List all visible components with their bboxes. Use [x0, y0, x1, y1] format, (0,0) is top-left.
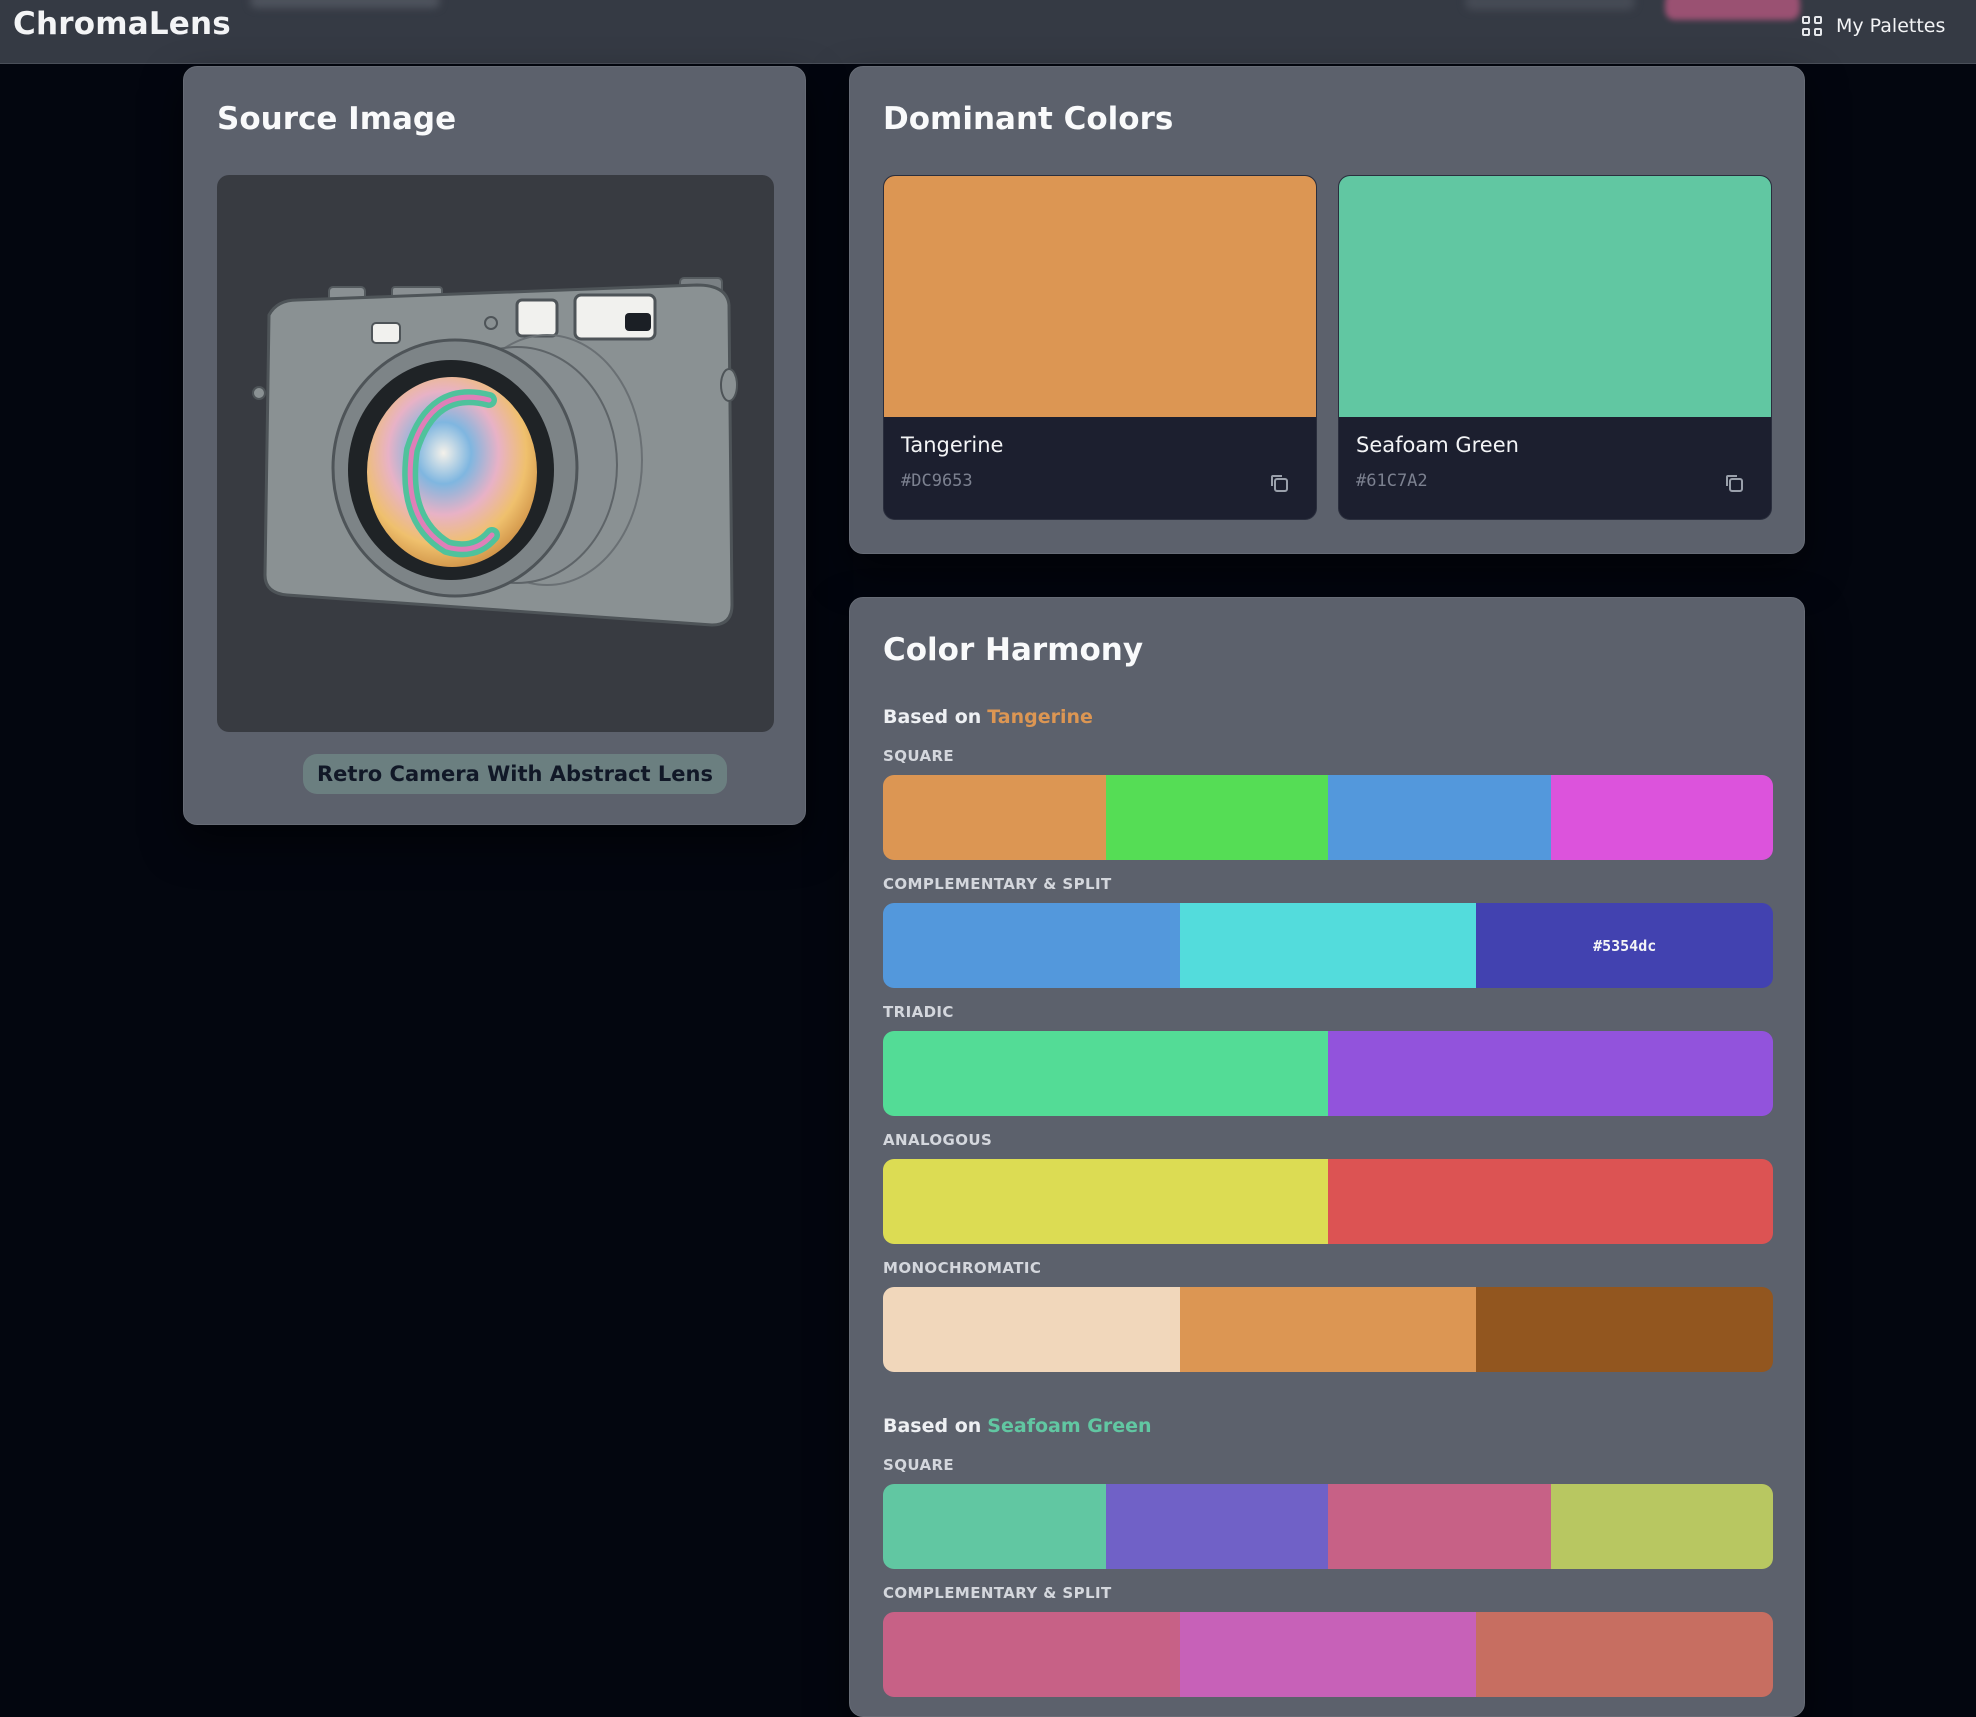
color-swatch-card[interactable]: Tangerine #DC9653 [883, 175, 1317, 520]
harmony-swatch[interactable] [883, 903, 1180, 988]
scheme-label: COMPLEMENTARY & SPLIT [883, 875, 1112, 893]
color-name: Tangerine [901, 433, 1004, 457]
camera-illustration [252, 277, 738, 627]
scheme-bar [883, 1484, 1773, 1569]
color-name: Seafoam Green [1356, 433, 1519, 457]
harmony-swatch[interactable] [883, 1031, 1328, 1116]
scheme-label: SQUARE [883, 747, 955, 765]
scheme-label: SQUARE [883, 1456, 955, 1474]
source-image [217, 175, 774, 732]
harmony-swatch[interactable] [883, 1484, 1106, 1569]
harmony-swatch[interactable] [883, 1612, 1180, 1697]
blurred-nav-item [1465, 0, 1635, 10]
harmony-swatch[interactable] [883, 1287, 1180, 1372]
harmony-swatch[interactable] [1328, 775, 1551, 860]
my-palettes-button[interactable]: My Palettes [1802, 8, 1945, 44]
harmony-swatch[interactable] [1550, 1484, 1773, 1569]
scheme-bar: #5354dc [883, 903, 1773, 988]
blurred-action-button [1665, 0, 1800, 20]
scheme-label: TRIADIC [883, 1003, 954, 1021]
scheme-bar [883, 1159, 1773, 1244]
scheme-bar [883, 1031, 1773, 1116]
base-color-name: Seafoam Green [987, 1415, 1152, 1437]
color-hex: #DC9653 [901, 471, 973, 491]
color-harmony-card: Color Harmony Based on Tangerine SQUARE C… [849, 597, 1805, 1717]
source-image-card: Source Image Retro Camera With Abstract … [183, 66, 806, 825]
harmony-swatch[interactable] [1105, 1484, 1328, 1569]
harmony-swatch[interactable] [1105, 775, 1328, 860]
color-hex: #61C7A2 [1356, 471, 1428, 491]
harmony-swatch[interactable] [1476, 1612, 1773, 1697]
color-harmony-title: Color Harmony [883, 632, 1144, 668]
blurred-nav-item [250, 0, 440, 8]
color-swatch-fill [884, 176, 1316, 417]
harmony-swatch[interactable] [1550, 775, 1773, 860]
copy-icon[interactable] [1268, 472, 1290, 494]
harmony-swatch[interactable] [1179, 1287, 1477, 1372]
top-bar: ChromaLens My Palettes [0, 0, 1976, 64]
harmony-swatch[interactable] [1328, 1159, 1773, 1244]
based-on-label: Based on [883, 1415, 982, 1437]
scheme-label: MONOCHROMATIC [883, 1259, 1042, 1277]
app-logo[interactable]: ChromaLens [13, 6, 231, 42]
copy-icon[interactable] [1723, 472, 1745, 494]
harmony-base-heading: Based on Seafoam Green [883, 1415, 1152, 1437]
harmony-swatch[interactable] [1476, 1287, 1773, 1372]
harmony-swatch[interactable] [1179, 903, 1477, 988]
source-image-title: Source Image [217, 101, 457, 137]
dominant-colors-title: Dominant Colors [883, 101, 1174, 137]
scheme-label: ANALOGOUS [883, 1131, 993, 1149]
harmony-base-heading: Based on Tangerine [883, 706, 1093, 728]
scheme-bar [883, 1612, 1773, 1697]
harmony-swatch[interactable] [1328, 1484, 1551, 1569]
swatch-hex-label: #5354dc [1593, 936, 1657, 955]
harmony-swatch[interactable] [883, 1159, 1328, 1244]
base-color-name: Tangerine [987, 706, 1093, 728]
dominant-colors-card: Dominant Colors Tangerine #DC9653 Seafoa… [849, 66, 1805, 554]
harmony-swatch[interactable]: #5354dc [1476, 903, 1773, 988]
scheme-label: COMPLEMENTARY & SPLIT [883, 1584, 1112, 1602]
color-swatch-card[interactable]: Seafoam Green #61C7A2 [1338, 175, 1772, 520]
based-on-label: Based on [883, 706, 982, 728]
scheme-bar [883, 1287, 1773, 1372]
image-caption: Retro Camera With Abstract Lens [303, 754, 727, 794]
harmony-swatch[interactable] [1328, 1031, 1773, 1116]
harmony-swatch[interactable] [883, 775, 1106, 860]
grid-icon [1802, 16, 1822, 36]
harmony-swatch[interactable] [1179, 1612, 1477, 1697]
color-swatch-fill [1339, 176, 1771, 417]
my-palettes-label: My Palettes [1836, 15, 1946, 37]
scheme-bar [883, 775, 1773, 860]
